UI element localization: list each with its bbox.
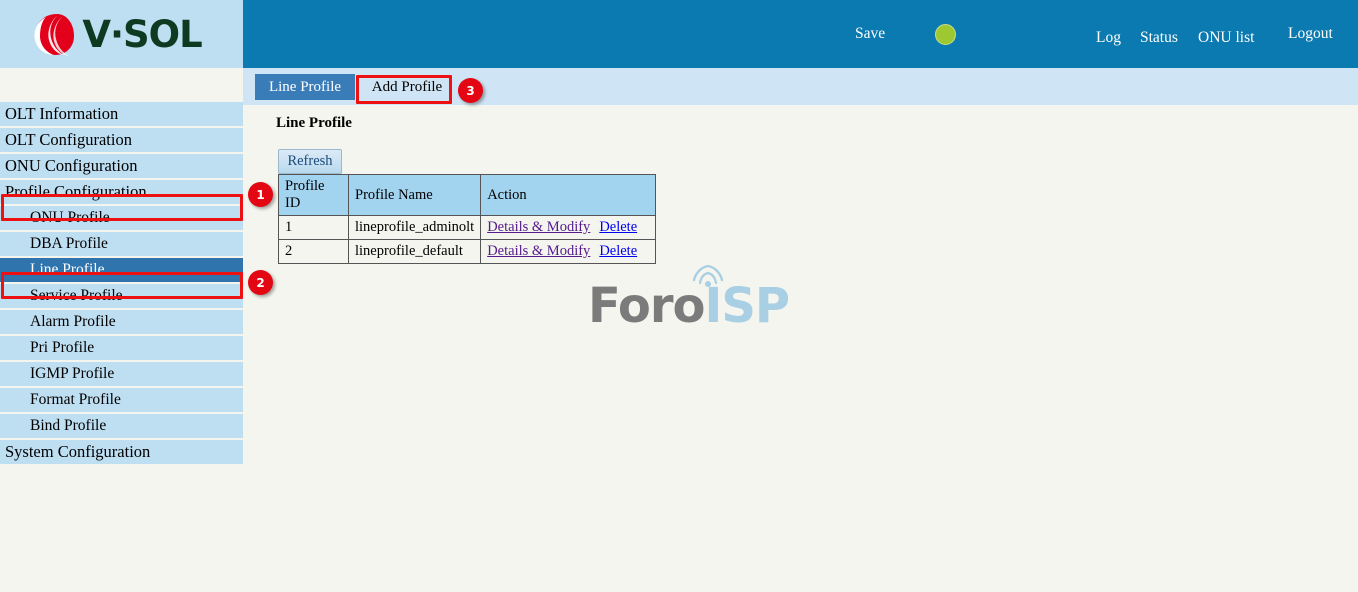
sidebar-item-line-profile[interactable]: Line Profile <box>0 258 243 282</box>
cell-action: Details & Modify Delete <box>481 240 656 264</box>
sidebar-item-label: Line Profile <box>30 261 104 279</box>
sidebar-item-label: OLT Information <box>5 104 118 124</box>
log-link[interactable]: Log <box>1096 29 1121 47</box>
sidebar-item-igmp-profile[interactable]: IGMP Profile <box>0 362 243 386</box>
watermark-text-secondary: ISP <box>704 278 789 334</box>
watermark-text-primary: Foro <box>588 278 704 334</box>
details-and-modify-link[interactable]: Details & Modify <box>487 219 590 235</box>
column-header-profile-id: Profile ID <box>279 175 349 216</box>
line-profile-table: Profile ID Profile Name Action 1 linepro… <box>278 174 656 264</box>
antenna-icon <box>688 264 728 298</box>
sidebar-item-onu-configuration[interactable]: ONU Configuration <box>0 154 243 178</box>
column-header-action: Action <box>481 175 656 216</box>
status-dot-icon <box>935 24 956 45</box>
tab-line-profile[interactable]: Line Profile <box>255 74 355 100</box>
status-link[interactable]: Status <box>1140 29 1178 47</box>
logout-link[interactable]: Logout <box>1288 25 1333 43</box>
table-row: 2 lineprofile_default Details & ModifyDe… <box>279 240 656 264</box>
foroisp-watermark: ForoISP <box>588 268 788 338</box>
delete-link[interactable]: Delete <box>599 243 637 259</box>
brand-logo-text: V·SOL <box>82 16 201 53</box>
content-area: Line Profile Add Profile Line Profile Re… <box>243 68 1358 592</box>
details-and-modify-link[interactable]: Details & Modify <box>487 243 590 259</box>
sidebar-item-label: Profile Configuration <box>5 182 147 202</box>
cell-action: Details & Modify Delete <box>481 216 656 240</box>
cell-profile-id: 1 <box>279 216 349 240</box>
save-button[interactable]: Save <box>855 25 885 43</box>
tab-strip: Line Profile Add Profile <box>243 68 1358 105</box>
cell-profile-id: 2 <box>279 240 349 264</box>
sidebar-item-profile-configuration[interactable]: Profile Configuration <box>0 180 243 204</box>
sidebar-item-label: Service Profile <box>30 287 123 305</box>
sidebar-item-pri-profile[interactable]: Pri Profile <box>0 336 243 360</box>
table-row: 1 lineprofile_adminolt Details & ModifyD… <box>279 216 656 240</box>
delete-link[interactable]: Delete <box>599 219 637 235</box>
sidebar-item-dba-profile[interactable]: DBA Profile <box>0 232 243 256</box>
sidebar-item-format-profile[interactable]: Format Profile <box>0 388 243 412</box>
cell-profile-name: lineprofile_default <box>349 240 481 264</box>
tab-label: Line Profile <box>269 79 341 96</box>
sidebar-item-label: System Configuration <box>5 442 150 462</box>
column-header-profile-name: Profile Name <box>349 175 481 216</box>
sidebar-item-label: ONU Configuration <box>5 156 137 176</box>
refresh-button[interactable]: Refresh <box>278 149 342 174</box>
sidebar-item-label: DBA Profile <box>30 235 108 253</box>
sidebar-item-label: Bind Profile <box>30 417 106 435</box>
sidebar-item-olt-configuration[interactable]: OLT Configuration <box>0 128 243 152</box>
cell-profile-name: lineprofile_adminolt <box>349 216 481 240</box>
sidebar-item-label: Format Profile <box>30 391 121 409</box>
top-bar: V·SOL Save Log Status ONU list Logout <box>0 0 1358 68</box>
sidebar-item-olt-information[interactable]: OLT Information <box>0 102 243 126</box>
page-title: Line Profile <box>276 115 352 132</box>
tab-add-profile[interactable]: Add Profile <box>360 74 454 100</box>
table-header-row: Profile ID Profile Name Action <box>279 175 656 216</box>
sidebar-item-label: OLT Configuration <box>5 130 132 150</box>
sidebar-item-bind-profile[interactable]: Bind Profile <box>0 414 243 438</box>
header-bar: Save Log Status ONU list Logout <box>243 0 1358 68</box>
sidebar-item-label: Alarm Profile <box>30 313 116 331</box>
onu-list-link[interactable]: ONU list <box>1198 29 1254 47</box>
sidebar-item-label: ONU Profile <box>30 209 110 227</box>
sidebar-item-alarm-profile[interactable]: Alarm Profile <box>0 310 243 334</box>
sidebar: OLT Information OLT Configuration ONU Co… <box>0 68 243 592</box>
sidebar-item-label: IGMP Profile <box>30 365 114 383</box>
tab-label: Add Profile <box>372 79 442 96</box>
sidebar-item-system-configuration[interactable]: System Configuration <box>0 440 243 464</box>
vsol-flame-icon <box>33 11 75 57</box>
sidebar-nav-list: OLT Information OLT Configuration ONU Co… <box>0 68 243 464</box>
watermark-text: ForoISP <box>588 282 789 330</box>
sidebar-item-label: Pri Profile <box>30 339 94 357</box>
brand-logo: V·SOL <box>33 11 201 57</box>
logo-panel: V·SOL <box>0 0 243 68</box>
sidebar-item-service-profile[interactable]: Service Profile <box>0 284 243 308</box>
sidebar-item-onu-profile[interactable]: ONU Profile <box>0 206 243 230</box>
